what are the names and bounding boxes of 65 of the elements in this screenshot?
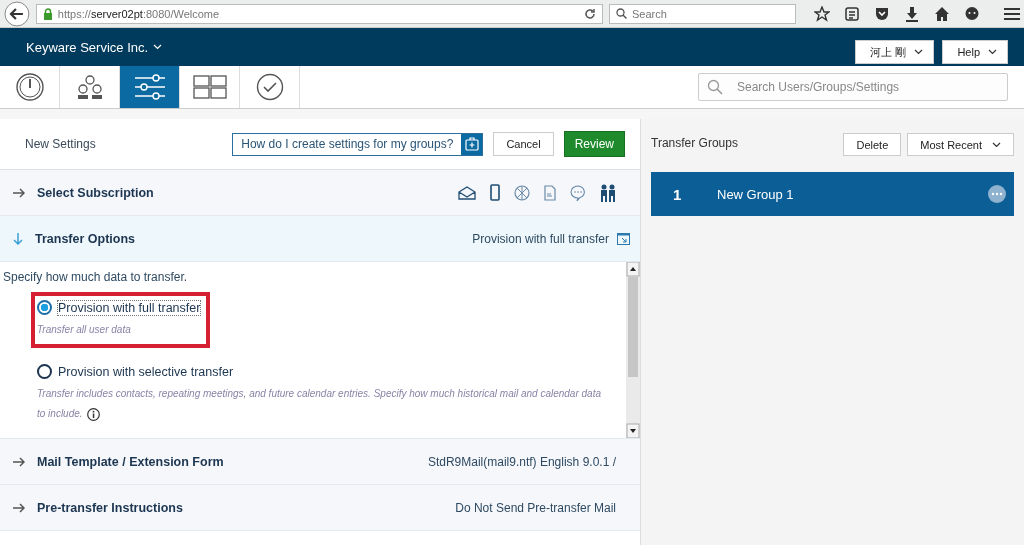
settings-title: New Settings — [25, 137, 96, 151]
download-icon[interactable] — [904, 5, 920, 22]
radio-button[interactable] — [37, 364, 52, 379]
caret-icon — [153, 44, 163, 50]
mail-icon — [458, 185, 476, 200]
option-description: Transfer includes contacts, repeating meetings, and future calendar entries. Specify how much historical mail and calendar data to include. — [37, 387, 602, 423]
sliders-icon — [133, 74, 166, 100]
option-description: Transfer all user data — [37, 323, 132, 337]
delete-button[interactable]: Delete — [843, 133, 902, 156]
radio-option[interactable]: Provision with selective transfer — [37, 364, 612, 379]
section-summary: Do Not Send Pre-transfer Mail — [455, 500, 616, 515]
info-icon[interactable] — [86, 407, 100, 421]
people-icon — [600, 183, 616, 202]
review-button[interactable]: Review — [563, 131, 625, 157]
check-icon — [255, 73, 284, 101]
radio-option[interactable]: Provision with full transfer — [37, 300, 201, 315]
lock-icon — [42, 7, 53, 20]
users-icon — [75, 74, 104, 100]
sort-dropdown[interactable]: Most Recent — [907, 133, 1014, 156]
help-button[interactable]: Help — [942, 40, 1008, 64]
chat-bubble-icon — [570, 184, 586, 201]
section-header[interactable]: Select Subscription — [0, 170, 640, 216]
company-menu[interactable]: Keyware Service Inc. — [26, 39, 163, 55]
help-question-field[interactable]: How do I create settings for my groups? — [232, 132, 484, 156]
cancel-button[interactable]: Cancel — [493, 132, 554, 156]
search-icon — [707, 79, 723, 95]
document-icon — [544, 184, 556, 201]
reload-icon[interactable] — [583, 7, 596, 20]
gauge-icon — [14, 72, 45, 102]
instruction-text: Specify how much data to transfer. — [3, 270, 189, 284]
caret-icon — [988, 49, 997, 55]
globe-icon — [514, 184, 530, 201]
section-header[interactable]: Transfer Options Provision with full transfer — [0, 216, 640, 262]
section-header[interactable]: Mail Template / Extension Form StdR9Mail(mail9.ntf) English 9.0.1 / — [0, 439, 640, 485]
section-summary: Provision with full transfer — [472, 231, 609, 246]
back-icon[interactable] — [4, 0, 30, 27]
group-row[interactable]: 1 New Group 1 — [651, 172, 1014, 216]
menu-icon[interactable] — [1004, 6, 1020, 21]
right-arrow-icon — [13, 502, 25, 513]
chat-icon[interactable] — [964, 5, 980, 22]
right-arrow-icon — [13, 456, 25, 467]
nav-tab[interactable] — [120, 66, 180, 108]
search-icon — [615, 8, 627, 19]
down-arrow-icon — [13, 232, 23, 245]
grid-icon — [192, 75, 227, 99]
section-header[interactable]: Pre-transfer Instructions Do Not Send Pre-transfer Mail — [0, 485, 640, 531]
section-summary: StdR9Mail(mail9.ntf) English 9.0.1 / — [427, 454, 616, 469]
open-panel-icon[interactable] — [617, 232, 630, 245]
right-arrow-icon — [13, 187, 25, 198]
reader-icon[interactable] — [844, 5, 860, 22]
caret-icon — [914, 49, 924, 55]
home-icon[interactable] — [934, 5, 950, 22]
panel-title: Transfer Groups — [651, 135, 738, 150]
user-menu-button[interactable]: 河上 剛 — [855, 40, 935, 64]
star-icon[interactable] — [814, 5, 830, 22]
address-bar[interactable]: https://server02pt:8080/Welcome — [35, 3, 603, 24]
caret-icon — [992, 141, 1001, 148]
phone-icon — [490, 184, 500, 201]
browser-search-field[interactable]: Search — [608, 3, 796, 24]
radio-button[interactable] — [37, 300, 52, 315]
pocket-icon[interactable] — [874, 5, 890, 22]
help-box-icon[interactable] — [464, 137, 479, 151]
scrollbar[interactable] — [626, 262, 640, 438]
more-icon[interactable] — [988, 185, 1006, 203]
search-field[interactable]: Search Users/Groups/Settings — [698, 73, 1008, 101]
